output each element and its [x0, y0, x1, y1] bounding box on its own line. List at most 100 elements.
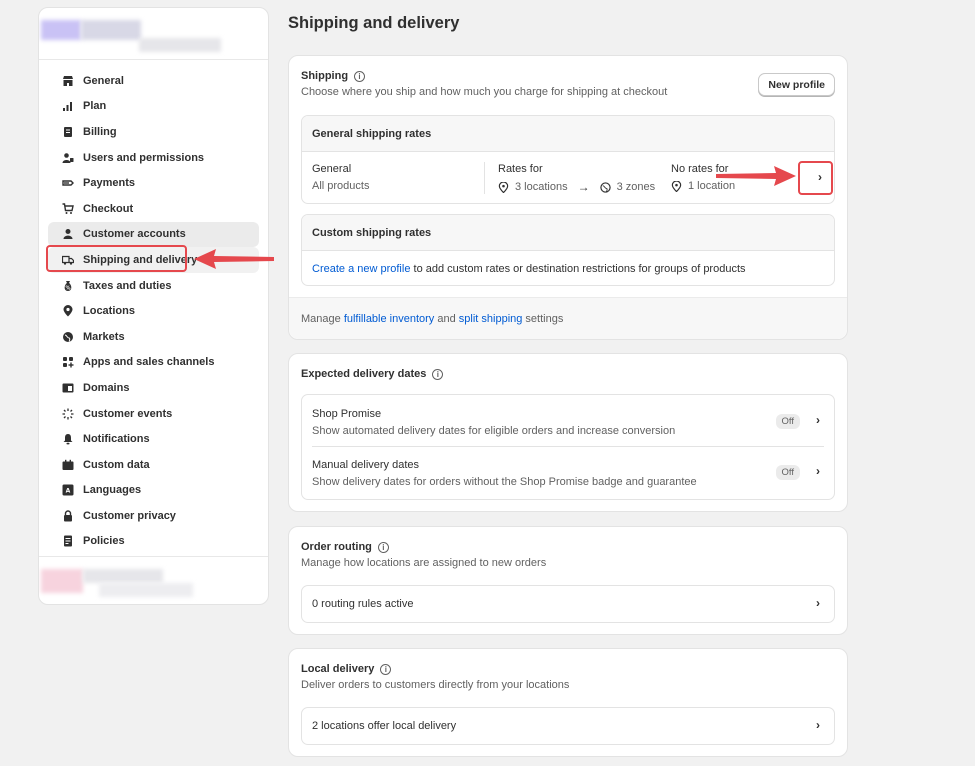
- store-name-blur: [81, 20, 141, 40]
- local-delivery-text: 2 locations offer local delivery: [312, 720, 457, 732]
- sidebar-item-billing[interactable]: Billing: [48, 119, 259, 145]
- shipping-header: Shipping i Choose where you ship and how …: [301, 70, 667, 98]
- sidebar-item-label: Customer accounts: [83, 228, 186, 241]
- language-icon: A: [62, 484, 74, 496]
- globe-icon: [62, 331, 74, 343]
- sidebar-item-customer-events[interactable]: Customer events: [48, 401, 259, 427]
- sidebar-item-label: Policies: [83, 535, 125, 548]
- store-icon: [62, 75, 74, 87]
- create-profile-link[interactable]: Create a new profile: [312, 263, 410, 275]
- footer-text: settings: [522, 313, 564, 325]
- store-avatar: [41, 20, 81, 40]
- row-title: Manual delivery dates: [312, 459, 420, 471]
- status-badge: Off: [775, 414, 800, 429]
- info-icon[interactable]: i: [432, 368, 444, 380]
- apps-icon: [62, 356, 74, 368]
- sidebar-item-checkout[interactable]: Checkout: [48, 196, 259, 222]
- chevron-right-icon[interactable]: ›: [816, 718, 820, 732]
- local-delivery-title: Local delivery: [301, 663, 375, 675]
- sidebar-item-custom-data[interactable]: Custom data: [48, 452, 259, 478]
- custom-rates-text: to add custom rates or destination restr…: [410, 263, 746, 275]
- shipping-highlight-box: [46, 245, 187, 272]
- sidebar-item-label: Billing: [83, 125, 117, 138]
- shop-promise-row[interactable]: Shop Promise Show automated delivery dat…: [312, 395, 824, 447]
- sidebar-item-label: Users and permissions: [83, 151, 205, 164]
- custom-rates-box: Custom shipping rates Create a new profi…: [301, 214, 835, 286]
- general-profile-name: General: [312, 163, 352, 175]
- footer-text: and: [434, 313, 459, 325]
- billing-icon: [62, 126, 74, 138]
- users-icon: [62, 152, 74, 164]
- events-icon: [62, 408, 74, 420]
- store-url-blur: [139, 38, 221, 52]
- custom-rates-title: Custom shipping rates: [302, 215, 834, 251]
- sidebar-item-customer-privacy[interactable]: Customer privacy: [48, 503, 259, 529]
- chevron-highlight-box: [798, 161, 833, 195]
- sidebar-item-apps[interactable]: Apps and sales channels: [48, 350, 259, 376]
- general-rates-box: General shipping rates General All produ…: [301, 115, 835, 204]
- chevron-right-icon[interactable]: ›: [816, 596, 820, 610]
- local-delivery-subtitle: Deliver orders to customers directly fro…: [301, 679, 570, 691]
- user-footer[interactable]: [39, 556, 268, 604]
- sidebar-item-label: Languages: [83, 484, 142, 497]
- sidebar-item-taxes[interactable]: % Taxes and duties: [48, 273, 259, 299]
- sidebar-item-label: Markets: [83, 330, 125, 343]
- user-name-blur: [83, 569, 163, 583]
- sidebar-item-label: Customer privacy: [83, 509, 176, 522]
- sidebar-item-users[interactable]: Users and permissions: [48, 145, 259, 171]
- info-icon[interactable]: i: [377, 541, 389, 553]
- sidebar-item-label: Customer events: [83, 407, 173, 420]
- sidebar-item-label: Plan: [83, 100, 107, 113]
- settings-sidebar: General Plan Billing Users and permissio…: [38, 7, 269, 605]
- chevron-right-icon[interactable]: ›: [816, 464, 820, 478]
- page-title: Shipping and delivery: [288, 14, 460, 32]
- expected-delivery-title: Expected delivery dates: [301, 368, 427, 380]
- fulfillable-inventory-link[interactable]: fulfillable inventory: [344, 313, 435, 325]
- routing-rules-row[interactable]: 0 routing rules active ›: [301, 585, 835, 623]
- expected-delivery-box: Shop Promise Show automated delivery dat…: [301, 394, 835, 500]
- split-shipping-link[interactable]: split shipping: [459, 313, 523, 325]
- footer-text: Manage: [301, 313, 344, 325]
- order-routing-subtitle: Manage how locations are assigned to new…: [301, 557, 547, 569]
- sidebar-item-notifications[interactable]: Notifications: [48, 426, 259, 452]
- store-header[interactable]: [39, 8, 268, 60]
- shipping-title: Shipping: [301, 70, 349, 82]
- sidebar-item-payments[interactable]: Payments: [48, 170, 259, 196]
- info-icon[interactable]: i: [354, 70, 366, 82]
- arrow-right-pointer-icon: [716, 166, 796, 186]
- policies-icon: [62, 535, 74, 547]
- local-delivery-card: Local delivery i Deliver orders to custom…: [288, 648, 848, 757]
- person-icon: [62, 228, 74, 240]
- sidebar-item-markets[interactable]: Markets: [48, 324, 259, 350]
- sidebar-item-label: Apps and sales channels: [83, 356, 215, 369]
- location-icon: [671, 180, 682, 192]
- sidebar-item-policies[interactable]: Policies: [48, 529, 259, 555]
- location-icon: [498, 181, 509, 193]
- manual-delivery-row[interactable]: Manual delivery dates Show delivery date…: [312, 447, 824, 499]
- payments-icon: [62, 177, 74, 189]
- rates-locations: 3 locations: [515, 181, 568, 193]
- sidebar-item-languages[interactable]: A Languages: [48, 478, 259, 504]
- general-rates-title: General shipping rates: [302, 116, 834, 152]
- new-profile-button[interactable]: New profile: [758, 73, 835, 96]
- sidebar-item-label: Payments: [83, 177, 135, 190]
- order-routing-card: Order routing i Manage how locations are …: [288, 526, 848, 635]
- sidebar-item-plan[interactable]: Plan: [48, 94, 259, 120]
- expected-delivery-card: Expected delivery dates i Shop Promise Sh…: [288, 353, 848, 512]
- sidebar-item-locations[interactable]: Locations: [48, 298, 259, 324]
- sidebar-item-customer-accounts[interactable]: Customer accounts: [48, 221, 259, 248]
- arrow-left-icon: [194, 249, 274, 269]
- general-profile-scope: All products: [312, 180, 370, 192]
- sidebar-item-label: Notifications: [83, 433, 150, 446]
- domains-icon: [62, 382, 74, 394]
- local-delivery-row[interactable]: 2 locations offer local delivery ›: [301, 707, 835, 745]
- routing-rules-text: 0 routing rules active: [312, 598, 414, 610]
- sidebar-item-general[interactable]: General: [48, 68, 259, 94]
- shipping-card: Shipping i Choose where you ship and how …: [288, 55, 848, 340]
- shipping-footer: Manage fulfillable inventory and split s…: [289, 297, 847, 339]
- info-icon[interactable]: i: [380, 663, 392, 675]
- bell-icon: [62, 433, 74, 445]
- sidebar-item-domains[interactable]: Domains: [48, 375, 259, 401]
- cart-icon: [62, 203, 74, 215]
- chevron-right-icon[interactable]: ›: [816, 413, 820, 427]
